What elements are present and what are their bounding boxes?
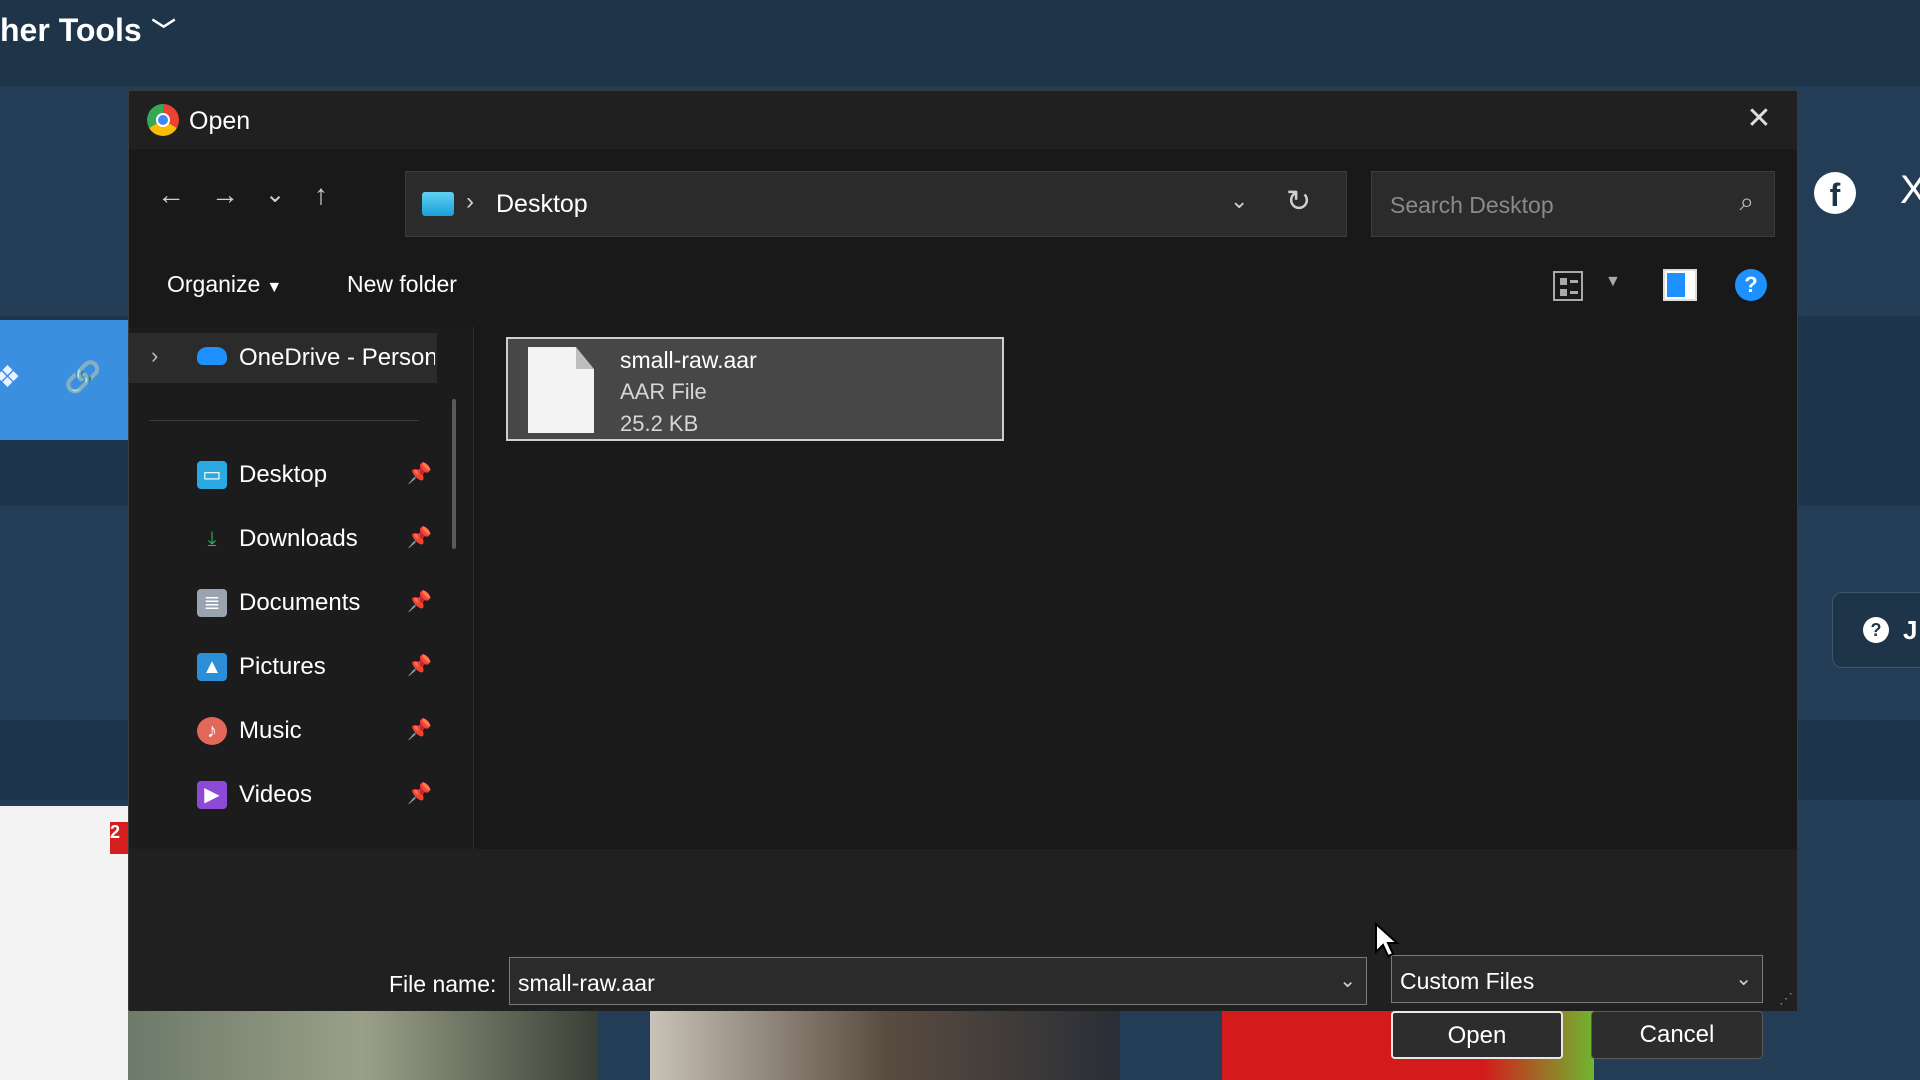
question-icon: ?	[1863, 617, 1889, 643]
sidebar-item-desktop[interactable]: ▭ Desktop 📌	[129, 447, 439, 503]
preview-pane-icon[interactable]	[1663, 269, 1697, 301]
chevron-down-icon: ﹀	[151, 18, 176, 45]
desktop-folder-icon	[422, 192, 454, 216]
background-header: her Tools ﹀	[0, 0, 1920, 86]
documents-icon: ≣	[197, 589, 227, 617]
file-type: AAR File	[620, 379, 707, 404]
refresh-icon[interactable]: ↻	[1286, 184, 1311, 219]
open-file-dialog: Open ✕ ← → ⌄ ↑ › Desktop ⌄ ↻ Search Desk…	[128, 90, 1798, 1059]
expand-chevron-icon[interactable]: ›	[151, 343, 158, 369]
view-caret-icon[interactable]: ▼	[1605, 273, 1621, 291]
sidebar-item-label: Videos	[239, 781, 312, 808]
mouse-cursor-icon	[1375, 922, 1400, 958]
sidebar-item-label: OneDrive - Personal	[239, 344, 435, 371]
organize-label: Organize	[167, 271, 261, 297]
caret-down-icon: ▼	[266, 279, 283, 296]
background-thumbnail[interactable]	[128, 1010, 598, 1080]
breadcrumb-separator: ›	[466, 188, 474, 215]
view-options-icon[interactable]	[1553, 271, 1583, 301]
file-size: 25.2 KB	[620, 411, 699, 436]
file-name: small-raw.aar	[620, 347, 757, 373]
sidebar-item-label: Documents	[239, 589, 361, 616]
file-item[interactable]: small-raw.aar AAR File 25.2 KB	[506, 337, 1004, 441]
other-tools-menu[interactable]: her Tools ﹀	[0, 12, 176, 49]
chrome-icon	[147, 104, 179, 136]
sidebar-scrollbar[interactable]	[452, 399, 456, 549]
sidebar-item-downloads[interactable]: ⤓ Downloads 📌	[129, 511, 439, 567]
desktop-icon: ▭	[197, 461, 227, 489]
file-icon-fold	[576, 347, 594, 369]
search-box[interactable]: Search Desktop ⌕	[1371, 171, 1775, 237]
sidebar-item-videos[interactable]: ▶ Videos 📌	[129, 767, 439, 823]
command-bar: Organize ▼ New folder ▼ ?	[129, 241, 1797, 327]
dialog-footer: File name: small-raw.aar ⌄ Custom Files …	[129, 849, 1797, 1059]
background-help-button[interactable]: ? J	[1832, 592, 1920, 668]
file-type-value: Custom Files	[1400, 968, 1535, 994]
dropbox-icon[interactable]: ❖	[0, 360, 21, 395]
navigation-bar: ← → ⌄ ↑ › Desktop ⌄ ↻ Search Desktop ⌕	[129, 149, 1797, 241]
breadcrumb-desktop[interactable]: Desktop	[496, 190, 588, 219]
sidebar-item-label: Pictures	[239, 653, 326, 680]
background-blue-panel: ❖ 🔗	[0, 320, 130, 440]
address-bar[interactable]: › Desktop ⌄ ↻	[405, 171, 1347, 237]
sidebar-item-label: Music	[239, 717, 302, 744]
up-button[interactable]: ↑	[299, 173, 343, 217]
search-icon[interactable]: ⌕	[1739, 186, 1754, 218]
pin-icon[interactable]: 📌	[407, 717, 432, 742]
organize-button[interactable]: Organize ▼	[167, 271, 282, 298]
chevron-down-icon[interactable]: ⌄	[1339, 968, 1356, 993]
file-type-select[interactable]: Custom Files ⌄	[1391, 955, 1763, 1003]
sidebar-item-pictures[interactable]: ▲ Pictures 📌	[129, 639, 439, 695]
pin-icon[interactable]: 📌	[407, 653, 432, 678]
downloads-icon: ⤓	[207, 528, 217, 550]
file-name-label: File name:	[389, 971, 497, 997]
music-icon: ♪	[197, 717, 227, 745]
close-button[interactable]: ✕	[1737, 99, 1781, 139]
pin-icon[interactable]: 📌	[407, 589, 432, 614]
background-card	[0, 806, 128, 1080]
facebook-icon[interactable]: f	[1814, 172, 1856, 214]
other-tools-label: her Tools	[0, 12, 142, 48]
open-button[interactable]: Open	[1391, 1011, 1563, 1059]
pictures-icon: ▲	[197, 653, 227, 681]
background-badge: 2	[110, 822, 130, 854]
file-name-value: small-raw.aar	[518, 970, 655, 996]
sidebar-item-onedrive[interactable]: › OneDrive - Personal	[129, 333, 437, 383]
forward-button[interactable]: →	[203, 173, 247, 217]
sidebar-item-documents[interactable]: ≣ Documents 📌	[129, 575, 439, 631]
recent-locations-button[interactable]: ⌄	[253, 173, 297, 217]
help-icon[interactable]: ?	[1735, 269, 1767, 301]
sidebar-item-label: Desktop	[239, 461, 328, 488]
onedrive-cloud-icon	[197, 347, 227, 365]
cancel-button[interactable]: Cancel	[1591, 1011, 1763, 1059]
file-name-field[interactable]: small-raw.aar ⌄	[509, 957, 1367, 1005]
address-dropdown-icon[interactable]: ⌄	[1230, 188, 1248, 214]
resize-grip-icon[interactable]: ⋰	[1779, 990, 1793, 1007]
pin-icon[interactable]: 📌	[407, 461, 432, 486]
sidebar-item-music[interactable]: ♪ Music 📌	[129, 703, 439, 759]
file-list: small-raw.aar AAR File 25.2 KB	[474, 327, 1797, 849]
videos-icon: ▶	[197, 781, 227, 809]
back-button[interactable]: ←	[149, 173, 193, 217]
x-social-icon[interactable]: X	[1900, 168, 1920, 213]
navigation-pane: › OneDrive - Personal ▭ Desktop 📌 ⤓ Down…	[129, 327, 474, 849]
background-thumbnail[interactable]	[650, 1010, 1120, 1080]
sidebar-divider	[149, 420, 419, 421]
new-folder-button[interactable]: New folder	[347, 271, 457, 298]
search-input[interactable]: Search Desktop	[1390, 192, 1554, 219]
dialog-title: Open	[189, 107, 251, 135]
sidebar-item-label: Downloads	[239, 525, 358, 552]
pin-icon[interactable]: 📌	[407, 525, 432, 550]
chevron-down-icon: ⌄	[1735, 968, 1752, 990]
pin-icon[interactable]: 📌	[407, 781, 432, 806]
dialog-titlebar: Open ✕	[129, 91, 1797, 149]
help-pill-label: J	[1903, 615, 1918, 645]
link-icon[interactable]: 🔗	[64, 360, 101, 395]
